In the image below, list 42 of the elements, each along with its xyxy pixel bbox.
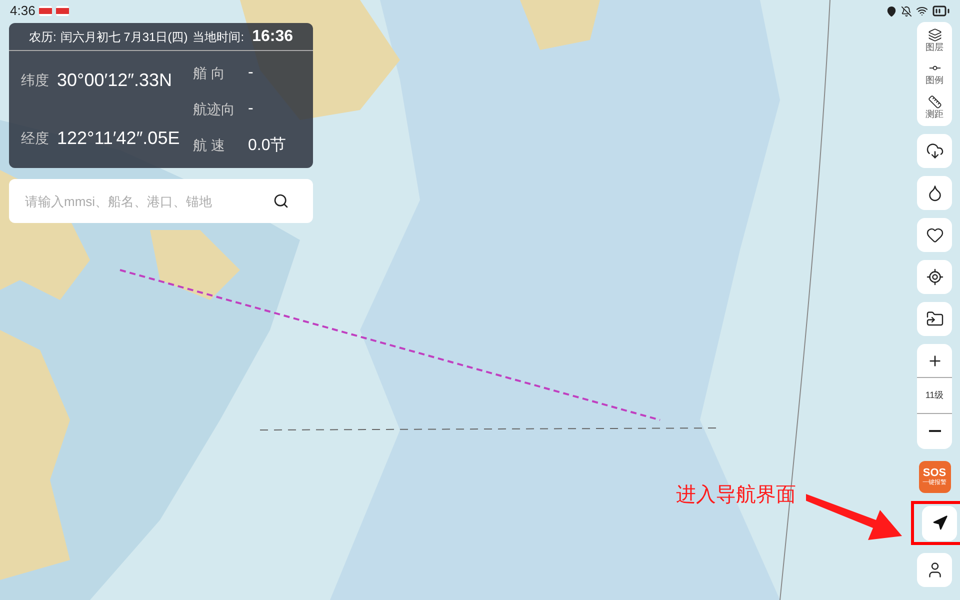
reading-value: - bbox=[248, 63, 254, 84]
lunar-date: 闰六月初七 7月31日(四) bbox=[60, 28, 188, 46]
notification-icon bbox=[39, 6, 52, 16]
minus-icon bbox=[928, 430, 940, 432]
reading-label: 航 速 bbox=[193, 136, 225, 156]
ruler-icon bbox=[928, 94, 942, 109]
zoom-level: 11级 bbox=[925, 388, 944, 402]
local-time-label: 当地时间: bbox=[192, 28, 244, 46]
folder-button[interactable] bbox=[917, 302, 952, 336]
legend-tool-button[interactable]: 图例 bbox=[926, 61, 944, 86]
cloud-download-button[interactable] bbox=[917, 134, 952, 168]
latitude-value: 30°00′12″.33N bbox=[57, 68, 172, 92]
navigation-button[interactable] bbox=[922, 506, 957, 540]
ruler-tool-button[interactable]: 测距 bbox=[926, 94, 944, 120]
heart-icon bbox=[926, 226, 944, 244]
user-button[interactable] bbox=[917, 553, 952, 587]
reading-value: 0.0节 bbox=[248, 136, 288, 156]
layers-tool-button[interactable]: 图层 bbox=[926, 28, 944, 54]
bell-off-icon bbox=[901, 6, 912, 16]
folder-icon bbox=[926, 310, 944, 328]
latitude-label: 纬度 bbox=[21, 70, 49, 90]
cloud-download-icon bbox=[926, 142, 944, 160]
crosshair-button[interactable] bbox=[917, 260, 952, 294]
location-icon bbox=[886, 6, 897, 16]
navigation-icon bbox=[932, 515, 948, 531]
heart-button[interactable] bbox=[917, 218, 952, 252]
annotation-text: 进入导航界面 bbox=[676, 483, 796, 508]
longitude-label: 经度 bbox=[21, 129, 49, 148]
layers-icon bbox=[928, 28, 942, 42]
status-time: 4:36 bbox=[10, 2, 36, 20]
reading-value: - bbox=[248, 99, 254, 120]
longitude-value: 122°11′42″.05E bbox=[57, 127, 180, 150]
notification-icon bbox=[56, 6, 70, 16]
lunar-label: 农历: bbox=[29, 28, 56, 46]
reading-label: 航迹向 bbox=[193, 100, 235, 119]
droplet-button[interactable] bbox=[917, 176, 952, 210]
search-field[interactable]: 请输入mmsi、船名、港口、锚地 bbox=[9, 179, 313, 223]
plus-icon bbox=[926, 352, 942, 368]
crosshair-icon bbox=[926, 268, 944, 286]
local-time: 16:36 bbox=[252, 26, 293, 46]
reading-label: 艏 向 bbox=[193, 64, 225, 83]
search-icon bbox=[273, 193, 289, 209]
